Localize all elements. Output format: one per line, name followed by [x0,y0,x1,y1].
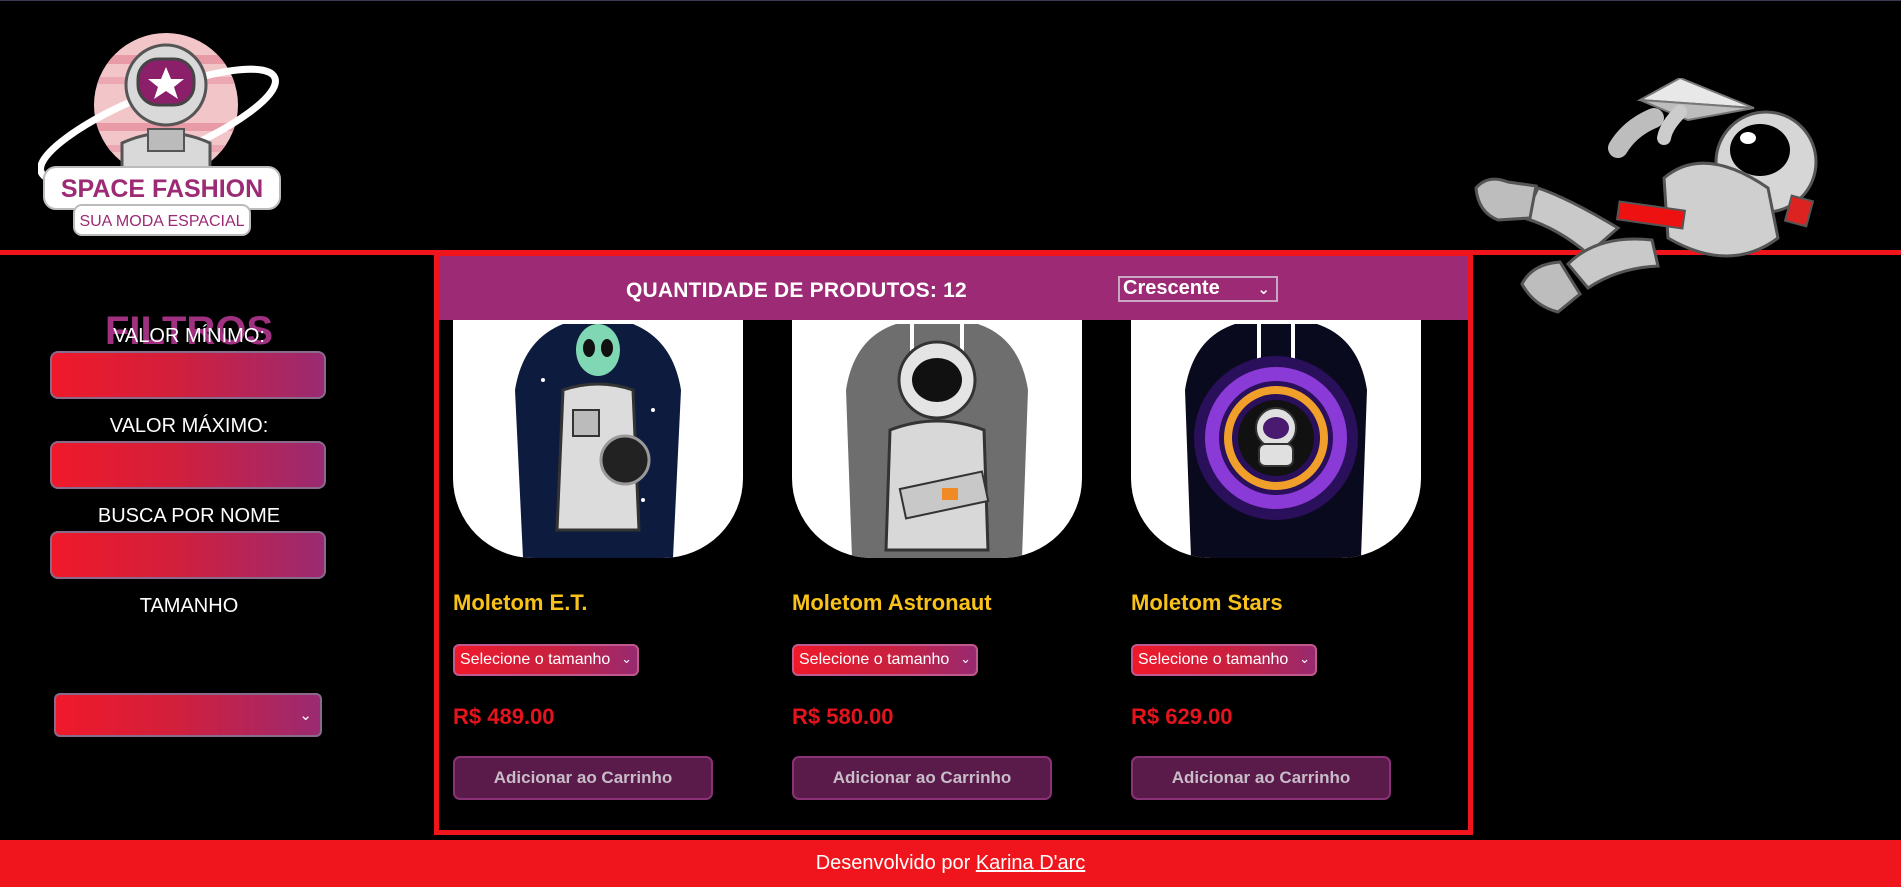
product-price: R$ 629.00 [1131,704,1233,729]
svg-text:SPACE FASHION: SPACE FASHION [61,175,263,203]
products-panel: QUANTIDADE DE PRODUTOS: 12 Crescente ⌄ M… [434,251,1473,835]
product-name: Moletom Astronaut [792,590,992,615]
svg-text:SUA MODA ESPACIAL: SUA MODA ESPACIAL [79,213,244,230]
space-fashion-logo[interactable]: SPACE FASHION SUA MODA ESPACIAL [38,25,290,239]
product-size-select[interactable]: Selecione o tamanho ⌄ [453,644,639,676]
product-price: R$ 580.00 [792,704,894,729]
astronaut-paper-plane-illustration [1474,78,1818,314]
size-filter-label: TAMANHO [139,595,239,617]
footer: Desenvolvido por Karina D'arc [0,840,1901,887]
product-price: R$ 489.00 [453,704,555,729]
author-link[interactable]: Karina D'arc [976,852,1085,874]
product-name: Moletom E.T. [453,590,588,615]
name-search-label: BUSCA POR NOME [97,505,281,527]
product-size-select[interactable]: Selecione o tamanho ⌄ [1131,644,1317,676]
product-card: Moletom Astronaut Selecione o tamanho ⌄ … [792,320,1082,820]
product-image[interactable] [1131,320,1421,558]
add-to-cart-button[interactable]: Adicionar ao Carrinho [1131,756,1391,800]
product-name: Moletom Stars [1131,590,1283,615]
chevron-down-icon: ⌄ [960,651,971,666]
chevron-down-icon: ⌄ [1299,651,1310,666]
max-value-input[interactable] [50,441,326,489]
chevron-down-icon: ⌄ [1257,281,1270,298]
size-filter-select[interactable]: ⌄ [54,693,322,737]
products-toolbar: QUANTIDADE DE PRODUTOS: 12 Crescente ⌄ [439,256,1468,320]
add-to-cart-button[interactable]: Adicionar ao Carrinho [792,756,1052,800]
filters-panel: FILTROS VALOR MÍNIMO: VALOR MÁXIMO: BUSC… [0,255,380,840]
name-search-input[interactable] [50,531,326,579]
min-value-label: VALOR MÍNIMO: [113,325,265,347]
product-image[interactable] [453,320,743,558]
chevron-down-icon: ⌄ [621,651,632,666]
min-value-input[interactable] [50,351,326,399]
max-value-label: VALOR MÁXIMO: [109,415,269,437]
product-card: Moletom E.T. Selecione o tamanho ⌄ R$ 48… [453,320,743,820]
add-to-cart-button[interactable]: Adicionar ao Carrinho [453,756,713,800]
product-image[interactable] [792,320,1082,558]
footer-credit-text: Desenvolvido por [815,852,971,874]
product-size-select[interactable]: Selecione o tamanho ⌄ [792,644,978,676]
product-count: QUANTIDADE DE PRODUTOS: 12 [626,279,967,302]
chevron-down-icon: ⌄ [299,707,312,724]
sort-order-select[interactable]: Crescente ⌄ [1118,276,1278,302]
product-card: Moletom Stars Selecione o tamanho ⌄ R$ 6… [1131,320,1421,820]
